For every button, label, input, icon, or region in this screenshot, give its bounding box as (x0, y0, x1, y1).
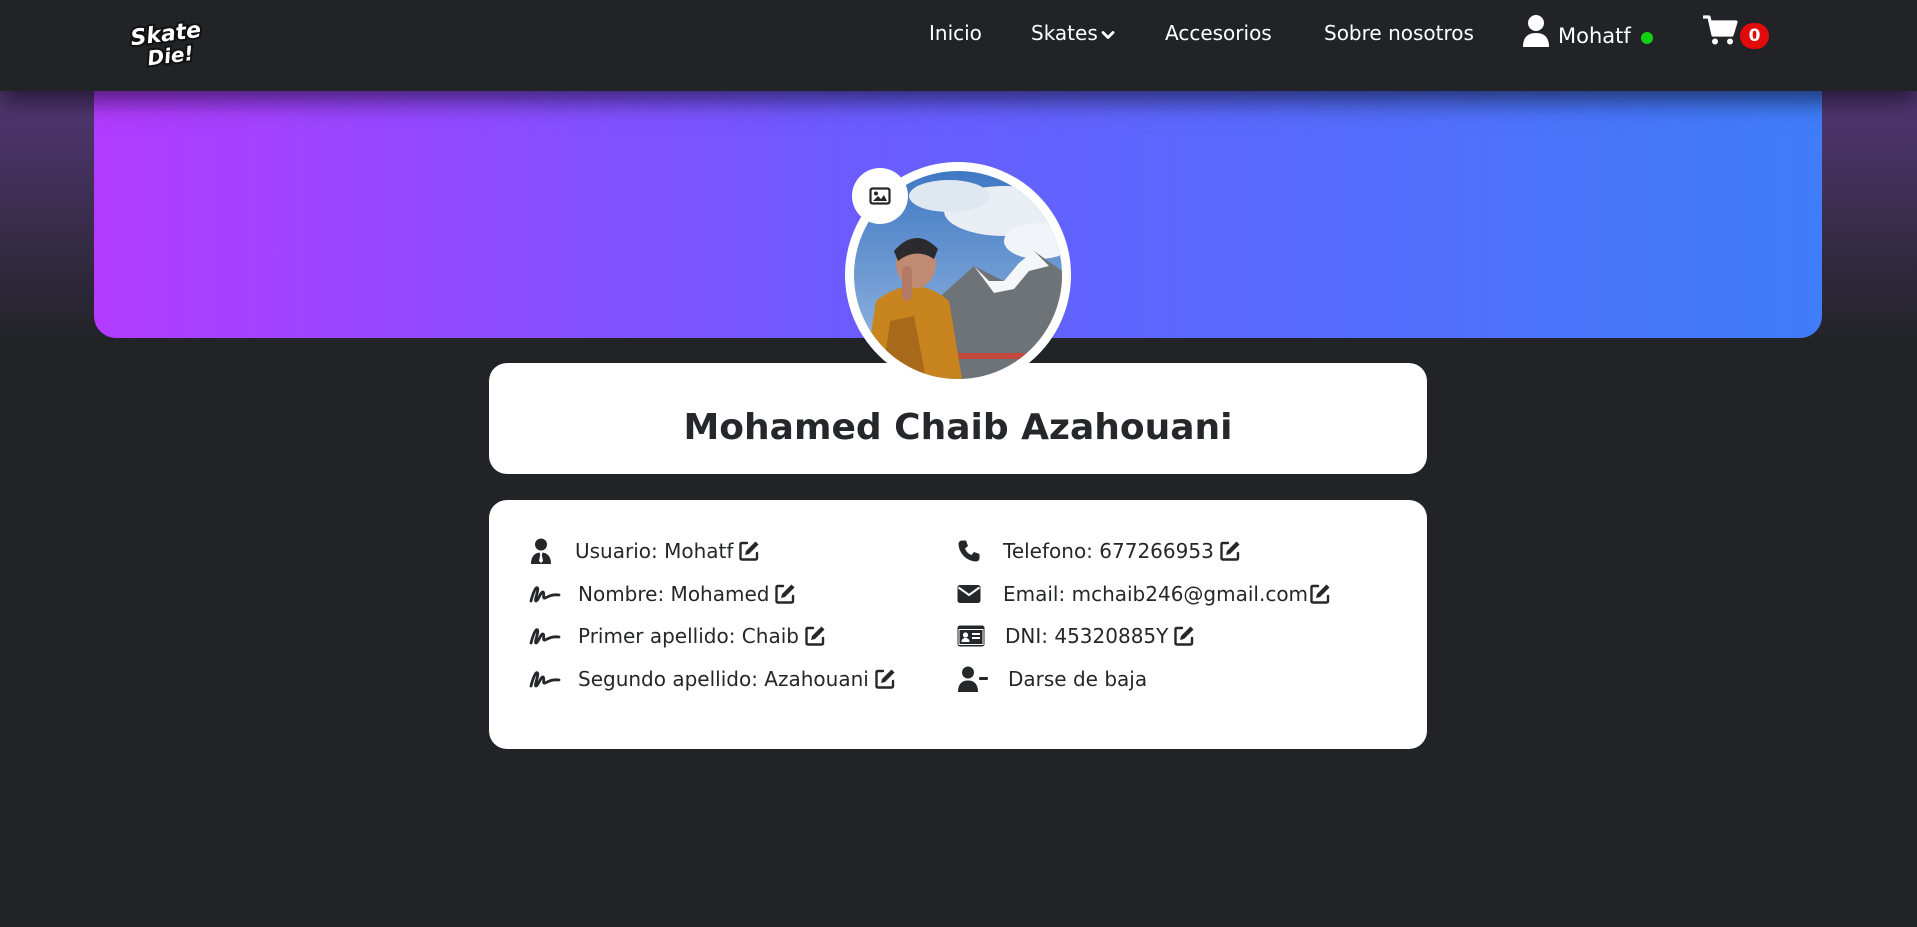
edit-icon[interactable] (738, 540, 760, 562)
field-usuario-text: Usuario: Mohatf (575, 539, 734, 563)
cart-button[interactable]: 0 (1703, 12, 1769, 52)
field-dni-text: DNI: 45320885Y (1005, 624, 1169, 648)
edit-icon[interactable] (804, 625, 826, 647)
field-segundo-apellido-text: Segundo apellido: Azahouani (578, 667, 869, 691)
edit-icon[interactable] (774, 583, 796, 605)
image-icon (869, 187, 891, 205)
profile-full-name: Mohamed Chaib Azahouani (683, 407, 1233, 448)
user-name: Mohatf (1558, 24, 1631, 48)
user-tie-icon (529, 538, 553, 564)
field-dni: DNI: 45320885Y (957, 621, 1195, 651)
signature-icon (529, 583, 561, 605)
unsubscribe-button[interactable]: Darse de baja (957, 664, 1147, 694)
svg-text:Die!: Die! (146, 41, 195, 70)
edit-icon[interactable] (874, 668, 896, 690)
field-email: Email: mchaib246@gmail.com (957, 579, 1331, 609)
nav-inicio[interactable]: Inicio (929, 18, 982, 48)
field-email-text: Email: mchaib246@gmail.com (1003, 582, 1309, 606)
nav-sobre-nosotros[interactable]: Sobre nosotros (1324, 18, 1474, 48)
nav-skates-label: Skates (1031, 21, 1098, 45)
field-nombre-text: Nombre: Mohamed (578, 582, 770, 606)
online-status-dot (1640, 32, 1653, 44)
field-primer-apellido-text: Primer apellido: Chaib (578, 624, 799, 648)
shopping-cart-icon (1703, 14, 1739, 46)
field-segundo-apellido: Segundo apellido: Azahouani (529, 664, 896, 694)
nav-sobre-nosotros-label: Sobre nosotros (1324, 21, 1474, 45)
nav-inicio-label: Inicio (929, 21, 982, 45)
nav-accesorios-label: Accesorios (1165, 21, 1272, 45)
edit-icon[interactable] (1219, 540, 1241, 562)
cart-count-badge: 0 (1740, 23, 1769, 49)
navbar: Skate Die! Inicio Skates Accesorios Sobr… (0, 0, 1917, 91)
user-icon (1522, 14, 1550, 48)
field-primer-apellido: Primer apellido: Chaib (529, 621, 826, 651)
envelope-icon (957, 584, 981, 604)
field-telefono: Telefono: 677266953 (957, 536, 1241, 566)
signature-icon (529, 668, 561, 690)
nav-accesorios[interactable]: Accesorios (1165, 18, 1272, 48)
user-menu[interactable]: Mohatf (1522, 13, 1653, 53)
user-minus-icon (957, 666, 989, 692)
profile-info-card: Usuario: Mohatf Nombre: Mohamed Primer a… (489, 500, 1427, 749)
field-nombre: Nombre: Mohamed (529, 579, 796, 609)
change-photo-button[interactable] (852, 168, 908, 224)
signature-icon (529, 625, 561, 647)
brand-logo[interactable]: Skate Die! (126, 16, 208, 72)
id-card-icon (957, 625, 985, 647)
unsubscribe-label: Darse de baja (1008, 667, 1148, 691)
field-telefono-text: Telefono: 677266953 (1003, 539, 1214, 563)
phone-icon (957, 539, 981, 563)
edit-icon[interactable] (1309, 583, 1331, 605)
edit-icon[interactable] (1173, 625, 1195, 647)
nav-skates-dropdown[interactable]: Skates (1031, 18, 1115, 48)
chevron-down-icon (1101, 28, 1115, 42)
field-usuario: Usuario: Mohatf (529, 536, 760, 566)
